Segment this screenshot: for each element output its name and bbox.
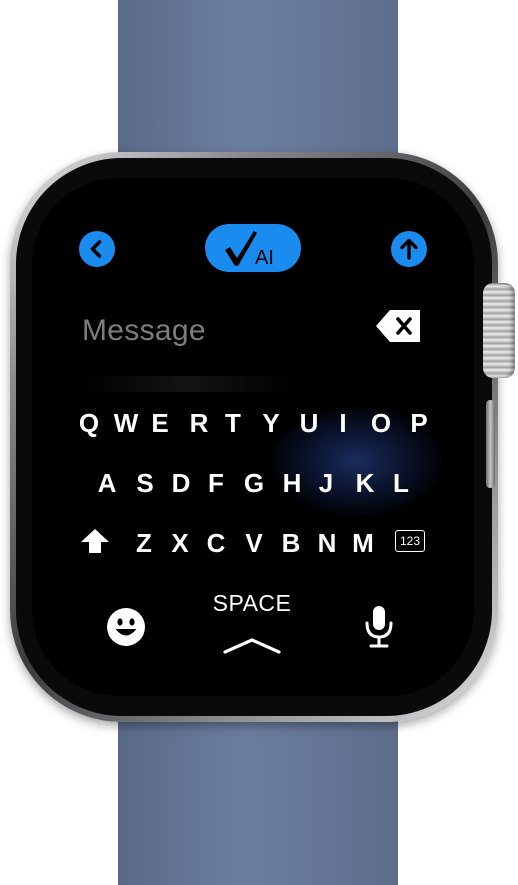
key-m[interactable]: M [346,528,380,558]
key-p[interactable]: P [402,408,436,438]
side-button[interactable] [486,400,495,488]
key-z[interactable]: Z [127,528,161,558]
back-button[interactable] [79,231,115,267]
key-r[interactable]: R [182,408,216,438]
key-s[interactable]: S [128,468,162,498]
key-j[interactable]: J [309,468,343,498]
delete-left-icon[interactable] [374,308,422,344]
ai-label: AI [255,247,274,269]
microphone-icon[interactable] [362,604,396,650]
key-t[interactable]: T [216,408,250,438]
key-i[interactable]: I [326,408,360,438]
arrow-up-icon [400,238,418,260]
key-h[interactable]: H [275,468,309,498]
ai-toggle-button[interactable]: AI [205,224,301,272]
key-v[interactable]: V [237,528,271,558]
key-y[interactable]: Y [254,408,288,438]
shift-arrow-icon[interactable] [80,528,110,554]
key-u[interactable]: U [292,408,326,438]
numbers-key[interactable]: 123 [395,530,425,552]
key-k[interactable]: K [348,468,382,498]
key-g[interactable]: G [237,468,271,498]
key-n[interactable]: N [310,528,344,558]
chevron-left-icon [90,240,102,258]
digital-crown[interactable] [483,283,515,378]
smiley-face-icon[interactable] [106,607,146,647]
suggestion-strip [82,376,292,392]
key-b[interactable]: B [274,528,308,558]
space-key[interactable]: SPACE [202,590,302,617]
key-o[interactable]: O [364,408,398,438]
key-q[interactable]: Q [72,408,106,438]
key-f[interactable]: F [199,468,233,498]
watch-screen: AI Message Q W E R T Y U I O P A S D F G… [32,178,474,696]
key-x[interactable]: X [163,528,197,558]
key-d[interactable]: D [164,468,198,498]
send-button[interactable] [391,231,427,267]
key-w[interactable]: W [109,408,143,438]
key-l[interactable]: L [384,468,418,498]
key-a[interactable]: A [90,468,124,498]
key-e[interactable]: E [143,408,177,438]
message-input[interactable]: Message [82,314,206,348]
key-c[interactable]: C [199,528,233,558]
chevron-up-icon[interactable] [222,636,282,656]
